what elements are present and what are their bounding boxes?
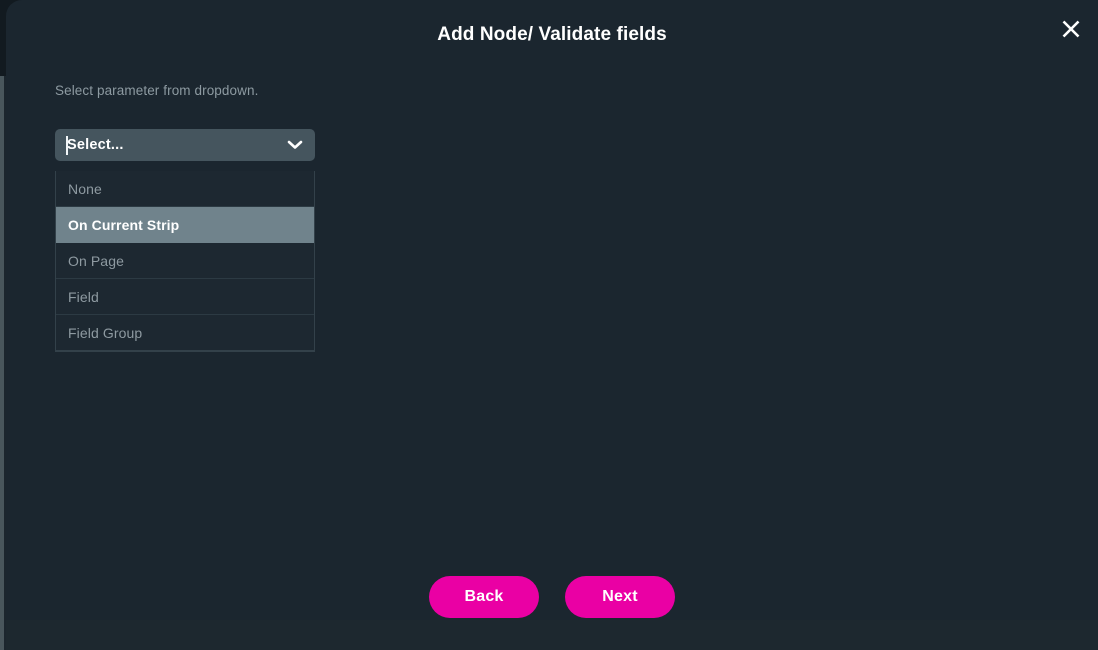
select-option-on-page[interactable]: On Page [56, 243, 314, 279]
select-option-label: On Page [68, 252, 124, 269]
parameter-select[interactable]: Select... [55, 129, 315, 161]
select-option-label: Field [68, 288, 99, 305]
modal-footer: Back Next [6, 554, 1098, 650]
text-caret [66, 136, 68, 155]
select-option-label: Field Group [68, 324, 143, 341]
parameter-select-value: Select... [67, 137, 124, 153]
parameter-select-menu[interactable]: None On Current Strip On Page Field Fiel… [55, 171, 315, 352]
select-option-none[interactable]: None [56, 171, 314, 207]
close-glyph-icon [1062, 20, 1080, 38]
select-option-field[interactable]: Field [56, 279, 314, 315]
underlying-page-edge-highlight [0, 76, 4, 650]
close-icon[interactable] [1050, 8, 1092, 50]
chevron-down-icon[interactable] [287, 140, 303, 151]
modal-header: Add Node/ Validate fields [6, 0, 1098, 70]
page-title: Add Node/ Validate fields [437, 24, 667, 45]
select-parameter-label: Select parameter from dropdown. [55, 83, 259, 98]
select-option-field-group[interactable]: Field Group [56, 315, 314, 351]
parameter-select-wrapper: Select... [55, 129, 315, 161]
add-node-validate-fields-modal: Add Node/ Validate fields Select paramet… [6, 0, 1098, 650]
select-option-on-current-strip[interactable]: On Current Strip [56, 207, 314, 243]
select-option-label: None [68, 180, 102, 197]
chevron-down-glyph-icon [287, 140, 303, 149]
back-button[interactable]: Back [429, 576, 539, 618]
next-button[interactable]: Next [565, 576, 675, 618]
modal-body: Select parameter from dropdown. Select..… [6, 70, 1098, 554]
select-option-label: On Current Strip [68, 216, 180, 233]
